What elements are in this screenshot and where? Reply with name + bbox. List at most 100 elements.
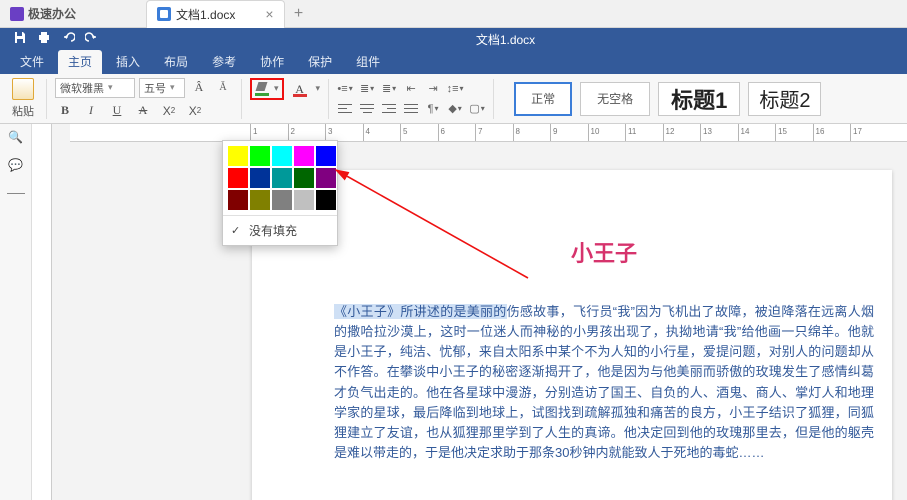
app-logo-icon xyxy=(10,7,24,21)
color-swatch[interactable] xyxy=(228,168,248,188)
strike-button[interactable]: A xyxy=(133,102,153,120)
shrink-font-button[interactable]: Ǎ xyxy=(213,79,233,97)
undo-icon[interactable] xyxy=(56,31,80,48)
font-size-select[interactable]: 五号▾ xyxy=(139,78,185,98)
styles-gallery: 正常 无空格 标题1 标题2 xyxy=(514,82,821,116)
chevron-down-icon[interactable]: ▾ xyxy=(316,83,321,94)
color-swatch[interactable] xyxy=(294,146,314,166)
page: 小王子 《小王子》所讲述的是美丽的伤感故事，飞行员“我”因为飞机出了故障，被迫降… xyxy=(252,170,892,500)
style-normal[interactable]: 正常 xyxy=(514,82,572,116)
highlight-icon xyxy=(255,82,271,96)
color-swatch[interactable] xyxy=(294,190,314,210)
document-body[interactable]: 《小王子》所讲述的是美丽的伤感故事，飞行员“我”因为飞机出了故障，被迫降落在远离… xyxy=(334,302,874,463)
menu-collab[interactable]: 协作 xyxy=(250,50,294,74)
workspace: 🔍 💬 小王子 《小王子》所讲述的是美丽的伤感故事，飞行员“我”因为飞机出了故障… xyxy=(0,124,907,500)
color-swatch[interactable] xyxy=(250,168,270,188)
align-center-button[interactable] xyxy=(359,102,375,116)
selected-text: 《小王子》所讲述的是美丽的 xyxy=(334,304,507,319)
document-icon xyxy=(157,7,171,21)
menu-protect[interactable]: 保护 xyxy=(298,50,342,74)
paragraph-marks-button[interactable]: ¶▾ xyxy=(425,102,441,116)
close-tab-button[interactable]: × xyxy=(265,6,273,22)
font-row: 微软雅黑▾ 五号▾ Â Ǎ xyxy=(55,78,233,98)
document-canvas[interactable]: 小王子 《小王子》所讲述的是美丽的伤感故事，飞行员“我”因为飞机出了故障，被迫降… xyxy=(52,142,907,500)
menu-layout[interactable]: 布局 xyxy=(154,50,198,74)
align-justify-button[interactable] xyxy=(403,102,419,116)
color-swatch[interactable] xyxy=(228,190,248,210)
chevron-down-icon: ▾ xyxy=(274,83,279,94)
search-icon[interactable]: 🔍 xyxy=(7,130,25,144)
document-title: 小王子 xyxy=(334,236,874,268)
bullets-button[interactable]: •≡▾ xyxy=(337,82,353,96)
underline-button[interactable]: U xyxy=(107,102,127,120)
color-swatch[interactable] xyxy=(272,168,292,188)
outline-icon[interactable] xyxy=(7,186,25,200)
horizontal-ruler xyxy=(70,124,907,142)
separator xyxy=(46,79,47,119)
color-swatch[interactable] xyxy=(272,146,292,166)
menu-addons[interactable]: 组件 xyxy=(346,50,390,74)
menu-bar: 文件 主页 插入 布局 参考 协作 保护 组件 xyxy=(0,50,907,74)
color-swatch[interactable] xyxy=(228,146,248,166)
highlight-color-button[interactable]: ▾ xyxy=(250,78,284,100)
font-color-button[interactable]: A xyxy=(290,80,310,98)
ruler-tick xyxy=(363,124,401,142)
color-swatch[interactable] xyxy=(272,190,292,210)
paste-icon xyxy=(12,78,34,100)
window-title: 文档1.docx xyxy=(104,31,907,48)
font-size-value: 五号 xyxy=(144,80,166,96)
check-icon: ✓ xyxy=(231,224,243,237)
color-swatch[interactable] xyxy=(294,168,314,188)
ruler-tick xyxy=(850,124,888,142)
color-swatch[interactable] xyxy=(316,168,336,188)
bold-button[interactable]: B xyxy=(55,102,75,120)
document-tab[interactable]: 文档1.docx × xyxy=(146,0,285,28)
separator xyxy=(328,79,329,119)
align-left-button[interactable] xyxy=(337,102,353,116)
style-heading1[interactable]: 标题1 xyxy=(658,82,740,116)
font-color-icon: A xyxy=(293,82,307,96)
indent-right-button[interactable]: ⇥ xyxy=(425,82,441,96)
italic-button[interactable]: I xyxy=(81,102,101,120)
app-name: 极速办公 xyxy=(28,5,76,22)
color-swatch[interactable] xyxy=(250,146,270,166)
numbering-button[interactable]: ≣▾ xyxy=(359,82,375,96)
color-swatch[interactable] xyxy=(316,190,336,210)
no-fill-option[interactable]: ✓ 没有填充 xyxy=(223,216,337,245)
indent-left-button[interactable]: ⇤ xyxy=(403,82,419,96)
subscript-button[interactable]: X2 xyxy=(185,102,205,120)
borders-button[interactable]: ▢▾ xyxy=(469,102,485,116)
comments-icon[interactable]: 💬 xyxy=(7,158,25,172)
multilevel-button[interactable]: ≣▾ xyxy=(381,82,397,96)
align-right-button[interactable] xyxy=(381,102,397,116)
style-nospace[interactable]: 无空格 xyxy=(580,82,650,116)
menu-reference[interactable]: 参考 xyxy=(202,50,246,74)
shading-button[interactable]: ◆▾ xyxy=(447,102,463,116)
ruler-tick xyxy=(550,124,588,142)
color-swatch[interactable] xyxy=(316,146,336,166)
line-spacing-button[interactable]: ↕≡▾ xyxy=(447,82,463,96)
ruler-tick xyxy=(475,124,513,142)
ruler-tick xyxy=(775,124,813,142)
ruler-tick xyxy=(438,124,476,142)
ribbon: 粘贴 微软雅黑▾ 五号▾ Â Ǎ B I U A X2 X2 ▾ A xyxy=(0,74,907,124)
paste-group[interactable]: 粘贴 xyxy=(8,78,38,119)
color-swatch[interactable] xyxy=(250,190,270,210)
highlight-color-popup: ✓ 没有填充 xyxy=(222,140,338,246)
print-icon[interactable] xyxy=(32,31,56,48)
font-family-value: 微软雅黑 xyxy=(60,80,104,96)
save-icon[interactable] xyxy=(8,31,32,48)
ruler-tick xyxy=(813,124,851,142)
font-family-select[interactable]: 微软雅黑▾ xyxy=(55,78,135,98)
ruler-tick xyxy=(700,124,738,142)
menu-insert[interactable]: 插入 xyxy=(106,50,150,74)
grow-font-button[interactable]: Â xyxy=(189,79,209,97)
add-tab-button[interactable]: + xyxy=(285,5,313,23)
redo-icon[interactable] xyxy=(80,31,104,48)
paste-label: 粘贴 xyxy=(12,103,34,119)
superscript-button[interactable]: X2 xyxy=(159,102,179,120)
app-header: 极速办公 文档1.docx × + xyxy=(0,0,907,28)
menu-home[interactable]: 主页 xyxy=(58,50,102,74)
style-heading2[interactable]: 标题2 xyxy=(748,82,821,116)
menu-file[interactable]: 文件 xyxy=(10,50,54,74)
